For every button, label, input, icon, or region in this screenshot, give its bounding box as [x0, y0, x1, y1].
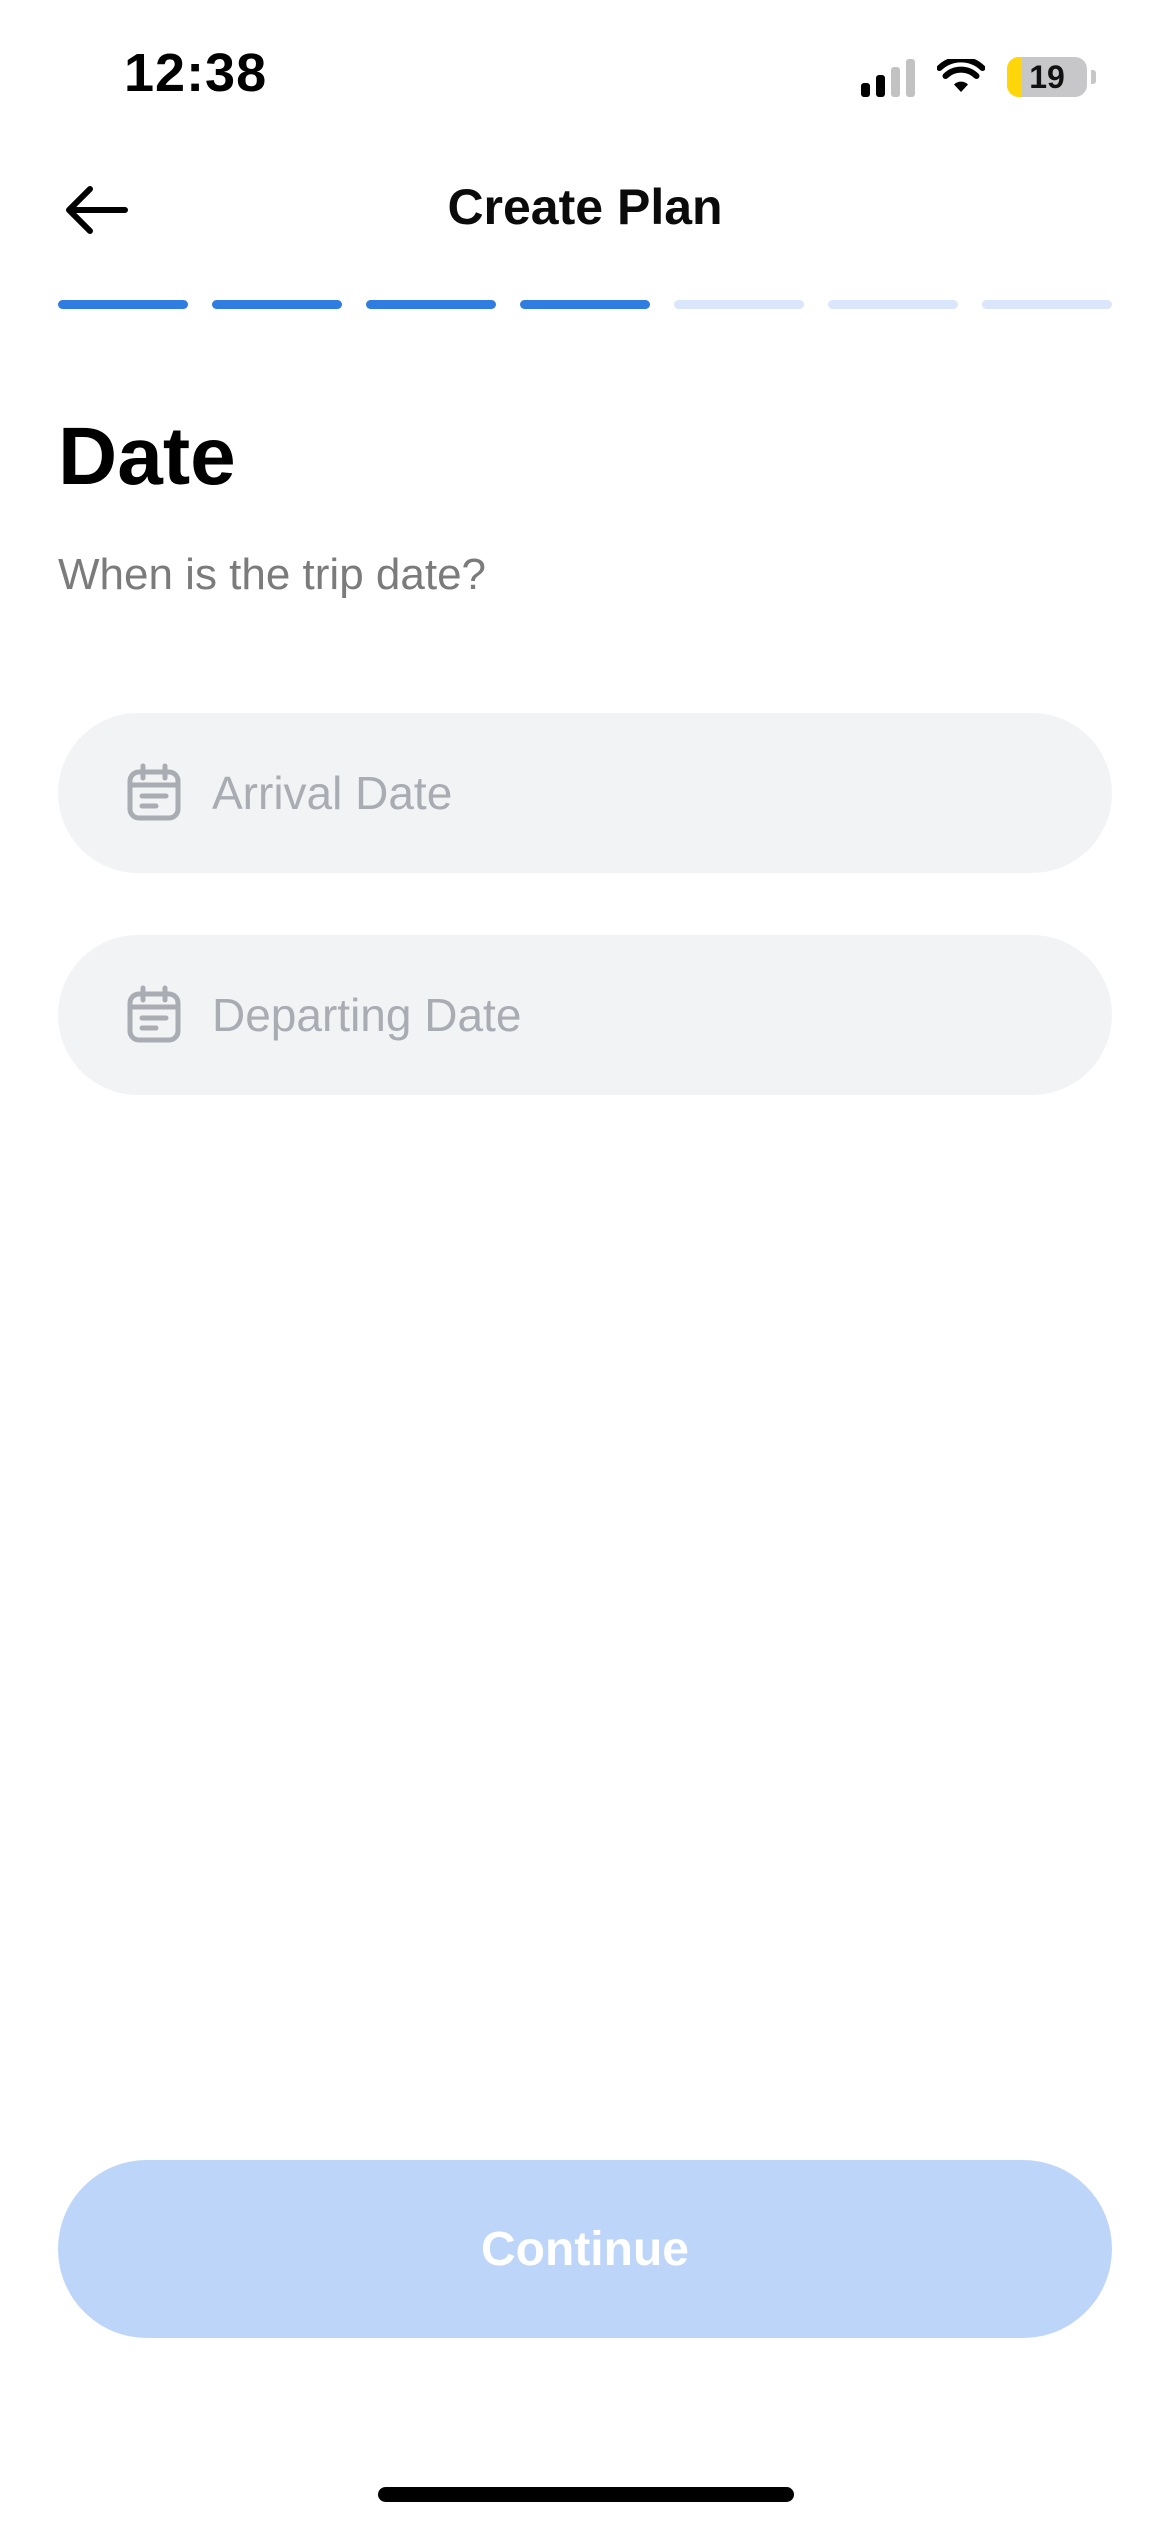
- header: Create Plan: [0, 160, 1170, 260]
- cellular-signal-icon: [861, 57, 915, 97]
- progress-step: [58, 300, 188, 309]
- calendar-icon: [126, 985, 182, 1045]
- progress-step: [520, 300, 650, 309]
- page-title: Date: [58, 411, 236, 502]
- calendar-icon: [126, 763, 182, 823]
- arrival-date-field[interactable]: [58, 713, 1112, 873]
- battery-level: 19: [1029, 58, 1065, 95]
- progress-step: [828, 300, 958, 309]
- page-subtitle: When is the trip date?: [58, 550, 487, 599]
- battery-icon: 19: [1007, 57, 1087, 97]
- status-bar: 12:38 19: [0, 0, 1170, 150]
- battery-cap: [1091, 70, 1096, 84]
- progress-step: [212, 300, 342, 309]
- progress-step: [366, 300, 496, 309]
- progress-step: [674, 300, 804, 309]
- departing-date-field[interactable]: [58, 935, 1112, 1095]
- continue-button[interactable]: Continue: [58, 2160, 1112, 2338]
- home-indicator: [378, 2487, 794, 2502]
- status-indicators: 19: [861, 54, 1096, 100]
- step-progress: [58, 300, 1112, 309]
- progress-step: [982, 300, 1112, 309]
- departing-date-input[interactable]: [212, 975, 1032, 1055]
- arrival-date-input[interactable]: [212, 753, 1032, 833]
- wifi-icon: [937, 59, 985, 92]
- status-time: 12:38: [124, 43, 268, 103]
- page-header-title: Create Plan: [447, 179, 723, 235]
